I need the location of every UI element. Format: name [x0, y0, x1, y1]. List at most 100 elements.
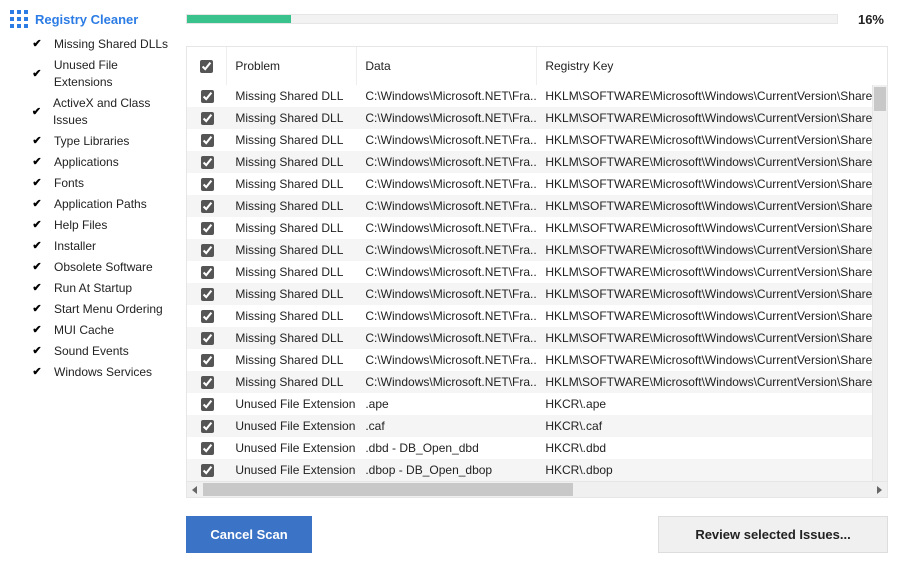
- row-checkbox-cell[interactable]: [187, 134, 227, 147]
- row-checkbox[interactable]: [201, 266, 214, 279]
- review-issues-button[interactable]: Review selected Issues...: [658, 516, 888, 553]
- check-icon: ✔: [30, 364, 44, 381]
- sidebar-category-item[interactable]: ✔Sound Events: [10, 341, 178, 362]
- cell-data: C:\Windows\Microsoft.NET\Fra...: [357, 155, 537, 169]
- sidebar-category-item[interactable]: ✔Type Libraries: [10, 131, 178, 152]
- cell-registry-key: HKLM\SOFTWARE\Microsoft\Windows\CurrentV…: [537, 89, 887, 103]
- row-checkbox[interactable]: [201, 200, 214, 213]
- row-checkbox[interactable]: [201, 464, 214, 477]
- row-checkbox[interactable]: [201, 134, 214, 147]
- row-checkbox-cell[interactable]: [187, 310, 227, 323]
- row-checkbox-cell[interactable]: [187, 178, 227, 191]
- header-select-all[interactable]: [187, 47, 227, 85]
- table-row[interactable]: Missing Shared DLLC:\Windows\Microsoft.N…: [187, 349, 887, 371]
- header-data[interactable]: Data: [357, 47, 537, 85]
- table-row[interactable]: Missing Shared DLLC:\Windows\Microsoft.N…: [187, 217, 887, 239]
- sidebar-category-item[interactable]: ✔Unused File Extensions: [10, 55, 178, 93]
- table-row[interactable]: Missing Shared DLLC:\Windows\Microsoft.N…: [187, 173, 887, 195]
- row-checkbox-cell[interactable]: [187, 266, 227, 279]
- table-row[interactable]: Missing Shared DLLC:\Windows\Microsoft.N…: [187, 283, 887, 305]
- horizontal-scroll-thumb[interactable]: [203, 483, 573, 496]
- scroll-left-arrow[interactable]: [187, 482, 203, 498]
- sidebar-category-item[interactable]: ✔Start Menu Ordering: [10, 299, 178, 320]
- header-registry-key[interactable]: Registry Key: [537, 47, 887, 85]
- table-row[interactable]: Missing Shared DLLC:\Windows\Microsoft.N…: [187, 129, 887, 151]
- check-icon: ✔: [30, 36, 44, 53]
- sidebar-category-item[interactable]: ✔Application Paths: [10, 194, 178, 215]
- header-problem[interactable]: Problem: [227, 47, 357, 85]
- row-checkbox[interactable]: [201, 420, 214, 433]
- cell-registry-key: HKLM\SOFTWARE\Microsoft\Windows\CurrentV…: [537, 199, 887, 213]
- table-row[interactable]: Unused File Extension.dbd - DB_Open_dbdH…: [187, 437, 887, 459]
- row-checkbox-cell[interactable]: [187, 332, 227, 345]
- row-checkbox-cell[interactable]: [187, 442, 227, 455]
- table-row[interactable]: Missing Shared DLLC:\Windows\Microsoft.N…: [187, 107, 887, 129]
- row-checkbox[interactable]: [201, 398, 214, 411]
- vertical-scroll-thumb[interactable]: [874, 87, 886, 111]
- row-checkbox-cell[interactable]: [187, 112, 227, 125]
- scroll-right-arrow[interactable]: [871, 482, 887, 498]
- cell-registry-key: HKLM\SOFTWARE\Microsoft\Windows\CurrentV…: [537, 265, 887, 279]
- sidebar-category-item[interactable]: ✔Help Files: [10, 215, 178, 236]
- row-checkbox-cell[interactable]: [187, 156, 227, 169]
- row-checkbox-cell[interactable]: [187, 420, 227, 433]
- row-checkbox[interactable]: [201, 156, 214, 169]
- row-checkbox[interactable]: [201, 310, 214, 323]
- sidebar-category-label: Installer: [54, 238, 96, 255]
- cell-data: C:\Windows\Microsoft.NET\Fra...: [357, 309, 537, 323]
- cell-registry-key: HKLM\SOFTWARE\Microsoft\Windows\CurrentV…: [537, 331, 887, 345]
- table-row[interactable]: Missing Shared DLLC:\Windows\Microsoft.N…: [187, 239, 887, 261]
- row-checkbox[interactable]: [201, 376, 214, 389]
- row-checkbox-cell[interactable]: [187, 244, 227, 257]
- sidebar-category-item[interactable]: ✔Windows Services: [10, 362, 178, 383]
- row-checkbox-cell[interactable]: [187, 376, 227, 389]
- row-checkbox-cell[interactable]: [187, 288, 227, 301]
- sidebar-category-item[interactable]: ✔MUI Cache: [10, 320, 178, 341]
- sidebar-category-item[interactable]: ✔Run At Startup: [10, 278, 178, 299]
- table-row[interactable]: Missing Shared DLLC:\Windows\Microsoft.N…: [187, 327, 887, 349]
- table-row[interactable]: Missing Shared DLLC:\Windows\Microsoft.N…: [187, 85, 887, 107]
- table-row[interactable]: Unused File Extension.cafHKCR\.caf: [187, 415, 887, 437]
- sidebar-category-label: Unused File Extensions: [54, 57, 179, 91]
- row-checkbox-cell[interactable]: [187, 464, 227, 477]
- results-table: Problem Data Registry Key Missing Shared…: [186, 46, 888, 498]
- table-row[interactable]: Unused File Extension.apeHKCR\.ape: [187, 393, 887, 415]
- row-checkbox[interactable]: [201, 288, 214, 301]
- sidebar-category-label: ActiveX and Class Issues: [53, 95, 178, 129]
- cancel-scan-button[interactable]: Cancel Scan: [186, 516, 311, 553]
- sidebar-category-item[interactable]: ✔Fonts: [10, 173, 178, 194]
- row-checkbox[interactable]: [201, 244, 214, 257]
- vertical-scrollbar[interactable]: [872, 85, 887, 481]
- row-checkbox[interactable]: [201, 178, 214, 191]
- table-row[interactable]: Missing Shared DLLC:\Windows\Microsoft.N…: [187, 195, 887, 217]
- header-data-label: Data: [365, 59, 390, 73]
- row-checkbox-cell[interactable]: [187, 90, 227, 103]
- row-checkbox[interactable]: [201, 222, 214, 235]
- row-checkbox[interactable]: [201, 442, 214, 455]
- sidebar-category-item[interactable]: ✔Obsolete Software: [10, 257, 178, 278]
- table-row[interactable]: Missing Shared DLLC:\Windows\Microsoft.N…: [187, 305, 887, 327]
- cell-registry-key: HKLM\SOFTWARE\Microsoft\Windows\CurrentV…: [537, 309, 887, 323]
- row-checkbox-cell[interactable]: [187, 200, 227, 213]
- row-checkbox-cell[interactable]: [187, 222, 227, 235]
- cell-data: C:\Windows\Microsoft.NET\Fra...: [357, 353, 537, 367]
- sidebar-category-item[interactable]: ✔ActiveX and Class Issues: [10, 93, 178, 131]
- scroll-track[interactable]: [203, 482, 871, 497]
- table-row[interactable]: Missing Shared DLLC:\Windows\Microsoft.N…: [187, 371, 887, 393]
- sidebar-category-item[interactable]: ✔Missing Shared DLLs: [10, 34, 178, 55]
- select-all-checkbox[interactable]: [200, 60, 213, 73]
- row-checkbox[interactable]: [201, 332, 214, 345]
- table-row[interactable]: Missing Shared DLLC:\Windows\Microsoft.N…: [187, 151, 887, 173]
- sidebar-category-label: Run At Startup: [54, 280, 132, 297]
- table-row[interactable]: Unused File Extension.dbop - DB_Open_dbo…: [187, 459, 887, 481]
- row-checkbox[interactable]: [201, 90, 214, 103]
- row-checkbox-cell[interactable]: [187, 354, 227, 367]
- horizontal-scrollbar[interactable]: [187, 481, 887, 497]
- table-row[interactable]: Missing Shared DLLC:\Windows\Microsoft.N…: [187, 261, 887, 283]
- sidebar-header[interactable]: Registry Cleaner: [10, 10, 178, 28]
- row-checkbox-cell[interactable]: [187, 398, 227, 411]
- row-checkbox[interactable]: [201, 354, 214, 367]
- row-checkbox[interactable]: [201, 112, 214, 125]
- sidebar-category-item[interactable]: ✔Applications: [10, 152, 178, 173]
- sidebar-category-item[interactable]: ✔Installer: [10, 236, 178, 257]
